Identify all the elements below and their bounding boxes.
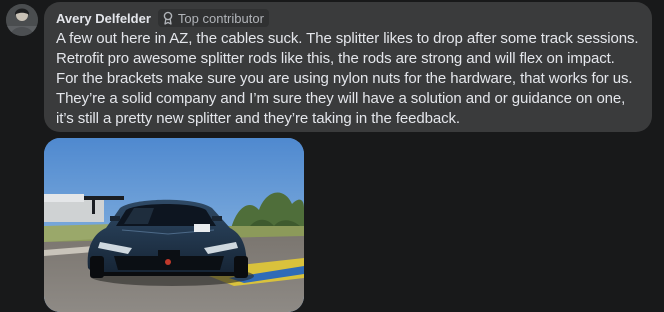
top-contributor-badge[interactable]: Top contributor [157, 9, 269, 27]
avatar-image [6, 4, 38, 36]
avatar[interactable] [6, 4, 38, 36]
attached-photo[interactable] [44, 138, 304, 312]
comment-bubble: Avery Delfelder Top contributor A few ou… [44, 2, 652, 132]
comment-header: Avery Delfelder Top contributor [56, 9, 640, 27]
comment-text: A few out here in AZ, the cables suck. T… [56, 30, 639, 127]
author-name[interactable]: Avery Delfelder [56, 11, 151, 26]
award-ribbon-icon [162, 11, 174, 25]
car-photo [44, 138, 304, 312]
badge-label: Top contributor [177, 10, 264, 26]
comment: Avery Delfelder Top contributor A few ou… [0, 0, 664, 312]
